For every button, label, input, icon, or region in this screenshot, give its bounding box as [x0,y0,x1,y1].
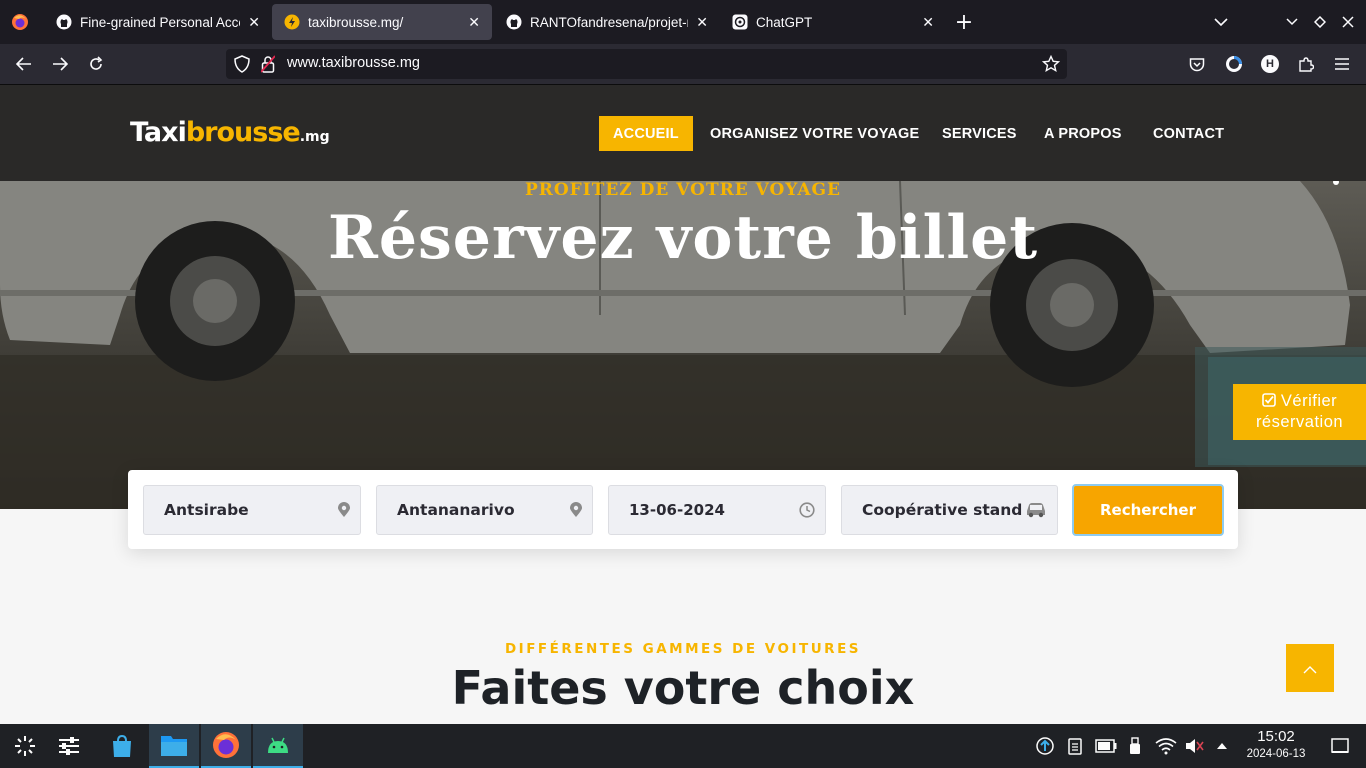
close-window-icon[interactable] [1330,0,1366,44]
clock-time: 15:02 [1257,728,1295,745]
tab-github-repo[interactable]: RANTOfandresena/projet-r ✕ [494,0,720,44]
map-marker-icon [338,502,350,522]
update-notifier-icon[interactable] [1035,736,1055,756]
nav-organisez-votre-voyage[interactable]: ORGANISEZ VOTRE VOYAGE [710,116,919,151]
site-logo[interactable]: Taxibrousse.mg [130,117,330,148]
cooperative-select[interactable]: Coopérative stand... [841,485,1058,535]
tab-title: RANTOfandresena/projet-r [530,14,689,30]
check-square-icon [1262,392,1281,410]
nav-contact[interactable]: CONTACT [1153,116,1224,151]
site-header: Taxibrousse.mg ACCUEIL ORGANISEZ VOTRE V… [0,85,1366,181]
hero-subtitle: PROFITEZ DE VOTRE VOYAGE [524,180,842,200]
url-text: www.taxibrousse.mg [287,55,420,71]
volume-muted-icon[interactable] [1184,736,1204,756]
system-settings-icon[interactable] [44,724,94,768]
address-bar[interactable]: www.taxibrousse.mg [226,49,1067,79]
battery-icon[interactable] [1094,736,1118,756]
section-title: Faites votre choix [451,661,915,715]
browser-tab-bar: Fine-grained Personal Access Tokens ✕ ta… [0,0,1366,44]
nav-a-propos[interactable]: A PROPOS [1044,116,1122,151]
tab-title: ChatGPT [756,14,813,30]
usb-device-icon[interactable] [1125,736,1145,756]
system-tray-expand-icon[interactable] [1212,736,1232,756]
back-arrow-icon[interactable] [8,48,40,80]
arrival-value: Antananarivo [397,501,515,519]
logo-part-mg: .mg [299,129,330,145]
tab-taxibrousse[interactable]: taxibrousse.mg/ ✕ [272,4,492,40]
bookmark-star-icon[interactable] [1041,54,1061,77]
departure-field[interactable]: Antsirabe [143,485,361,535]
wifi-icon[interactable] [1154,736,1178,756]
close-tab-icon[interactable]: ✕ [922,14,934,31]
verify-reservation-button[interactable]: Vérifier réservation [1233,384,1366,440]
clipboard-icon[interactable] [1065,736,1085,756]
search-button[interactable]: Rechercher [1072,484,1224,536]
logo-part-taxi: Taxi [130,117,187,148]
forward-arrow-icon[interactable] [44,48,76,80]
departure-value: Antsirabe [164,501,249,519]
hamburger-menu-icon[interactable] [1326,48,1358,80]
profile-avatar[interactable]: H [1254,48,1286,80]
reload-icon[interactable] [80,48,112,80]
github-icon [506,14,522,30]
browser-navigation-bar: www.taxibrousse.mg H [0,44,1366,85]
hero-section: Taxibrousse.mg ACCUEIL ORGANISEZ VOTRE V… [0,85,1366,509]
insecure-lock-icon[interactable] [260,55,276,77]
map-marker-icon [570,502,582,522]
clock-date: 2024-06-13 [1246,748,1306,760]
tab-title: Fine-grained Personal Access Tokens [80,14,240,30]
discover-store-icon[interactable] [97,724,147,768]
profile-initial: H [1261,55,1279,73]
close-tab-icon[interactable]: ✕ [248,14,260,31]
show-desktop-icon[interactable] [1330,736,1350,756]
extension-clock-icon[interactable] [1218,48,1250,80]
file-manager-icon[interactable] [149,724,199,768]
list-all-tabs-icon[interactable] [1203,0,1239,44]
date-value: 13-06-2024 [629,501,725,519]
cooperative-value: Coopérative stand... [862,501,1041,519]
android-studio-icon[interactable] [253,724,303,768]
webpage: Taxibrousse.mg ACCUEIL ORGANISEZ VOTRE V… [0,85,1366,724]
section-subtitle: DIFFÉRENTES GAMMES DE VOITURES [504,641,862,657]
tab-chatgpt[interactable]: ChatGPT ✕ [720,0,946,44]
chevron-up-icon [1303,659,1317,678]
taskbar-clock[interactable]: 15:02 2024-06-13 [1236,728,1316,762]
firefox-taskbar-icon[interactable] [201,724,251,768]
nav-accueil[interactable]: ACCUEIL [599,116,693,151]
pocket-icon[interactable] [1181,48,1213,80]
car-icon [1023,502,1047,522]
back-to-top-button[interactable] [1286,644,1334,692]
date-field[interactable]: 13-06-2024 [608,485,826,535]
tab-title: taxibrousse.mg/ [308,14,404,30]
github-icon [56,14,72,30]
close-tab-icon[interactable]: ✕ [696,14,708,31]
firefox-menu-icon[interactable] [2,0,38,44]
hero-title: Réservez votre billet [327,203,1039,273]
chatgpt-icon [732,14,748,30]
clock-icon [799,502,815,522]
arrival-field[interactable]: Antananarivo [376,485,593,535]
app-launcher-icon[interactable] [0,724,50,768]
os-taskbar: 15:02 2024-06-13 [0,724,1366,768]
close-tab-icon[interactable]: ✕ [468,14,480,31]
shield-icon[interactable] [234,55,250,77]
nav-services[interactable]: SERVICES [942,116,1017,151]
tab-fine-grained-tokens[interactable]: Fine-grained Personal Access Tokens ✕ [44,0,272,44]
new-tab-button[interactable]: + [946,0,982,44]
trip-search-form: Antsirabe Antananarivo 13-06-2024 Coopér… [128,470,1238,549]
taxibrousse-favicon-icon [284,14,300,30]
extensions-puzzle-icon[interactable] [1290,48,1322,80]
logo-part-brousse: brousse [185,117,301,148]
